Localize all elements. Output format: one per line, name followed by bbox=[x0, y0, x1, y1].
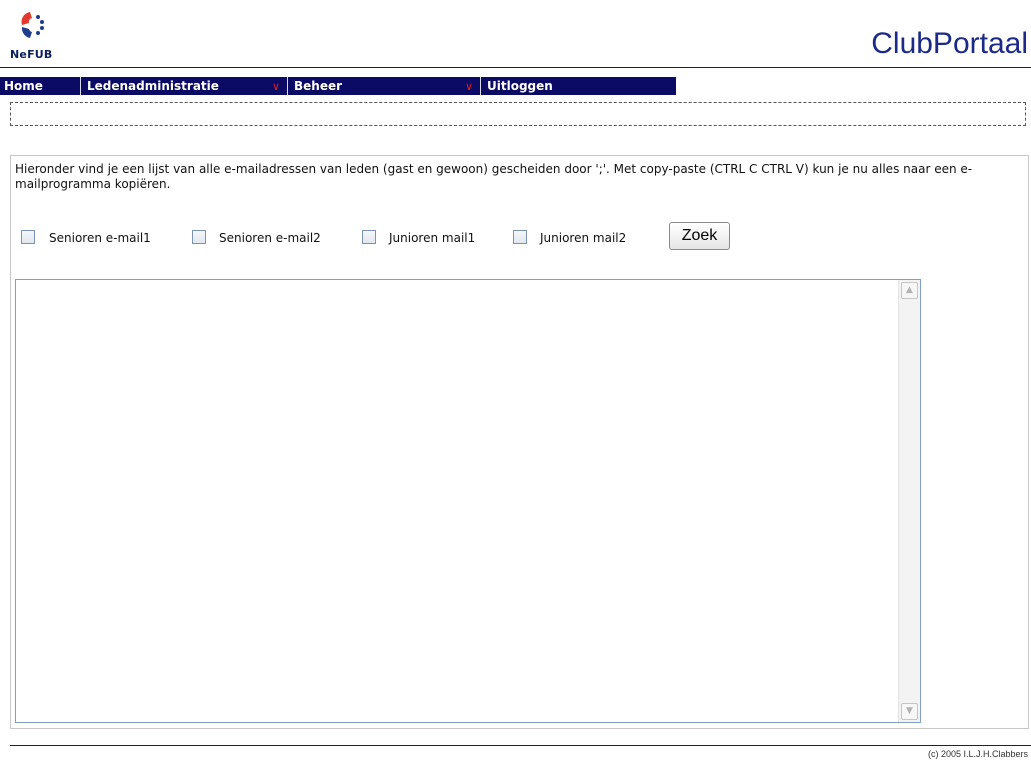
nav-separator bbox=[287, 77, 288, 95]
chevron-down-icon[interactable]: ∨ bbox=[272, 80, 280, 94]
header-divider bbox=[0, 67, 1031, 68]
copyright-text: (c) 2005 I.L.J.H.Clabbers bbox=[927, 749, 1028, 759]
email-export-panel: Hieronder vind je een lijst van alle e-m… bbox=[10, 155, 1029, 729]
footer-divider bbox=[10, 745, 1031, 746]
logo-text: NeFUB bbox=[10, 48, 53, 61]
page-title: ClubPortaal bbox=[871, 27, 1028, 60]
intro-text: Hieronder vind je een lijst van alle e-m… bbox=[15, 162, 973, 191]
scroll-down-icon[interactable]: ▼ bbox=[901, 703, 918, 720]
checkbox-label: Senioren e-mail2 bbox=[219, 231, 321, 245]
nefub-logo: NeFUB bbox=[10, 8, 70, 64]
checkbox-junioren-mail1[interactable] bbox=[362, 230, 376, 244]
checkbox-label: Junioren mail2 bbox=[540, 231, 627, 245]
checkbox-senioren-email2[interactable] bbox=[192, 230, 206, 244]
nav-item-ledenadministratie[interactable]: Ledenadministratie bbox=[87, 77, 219, 95]
nav-item-beheer[interactable]: Beheer bbox=[294, 77, 342, 95]
checkbox-label: Senioren e-mail1 bbox=[49, 231, 151, 245]
scroll-up-icon[interactable]: ▲ bbox=[901, 282, 918, 299]
main-nav: Home Ledenadministratie ∨ Beheer ∨ Uitlo… bbox=[0, 77, 676, 95]
vertical-scrollbar[interactable]: ▲ ▼ bbox=[898, 280, 920, 722]
chevron-down-icon[interactable]: ∨ bbox=[465, 80, 473, 94]
nav-item-uitloggen[interactable]: Uitloggen bbox=[487, 77, 553, 95]
checkbox-label: Junioren mail1 bbox=[389, 231, 476, 245]
email-results-textarea[interactable]: ▲ ▼ bbox=[15, 279, 921, 723]
filter-row: Senioren e-mail1 Senioren e-mail2 Junior… bbox=[21, 222, 741, 252]
checkbox-senioren-email1[interactable] bbox=[21, 230, 35, 244]
nav-item-home[interactable]: Home bbox=[4, 77, 43, 95]
checkbox-junioren-mail2[interactable] bbox=[513, 230, 527, 244]
search-button[interactable]: Zoek bbox=[669, 222, 730, 250]
message-area bbox=[10, 102, 1026, 126]
nav-separator bbox=[480, 77, 481, 95]
nav-separator bbox=[80, 77, 81, 95]
nefub-logo-icon bbox=[21, 12, 44, 38]
